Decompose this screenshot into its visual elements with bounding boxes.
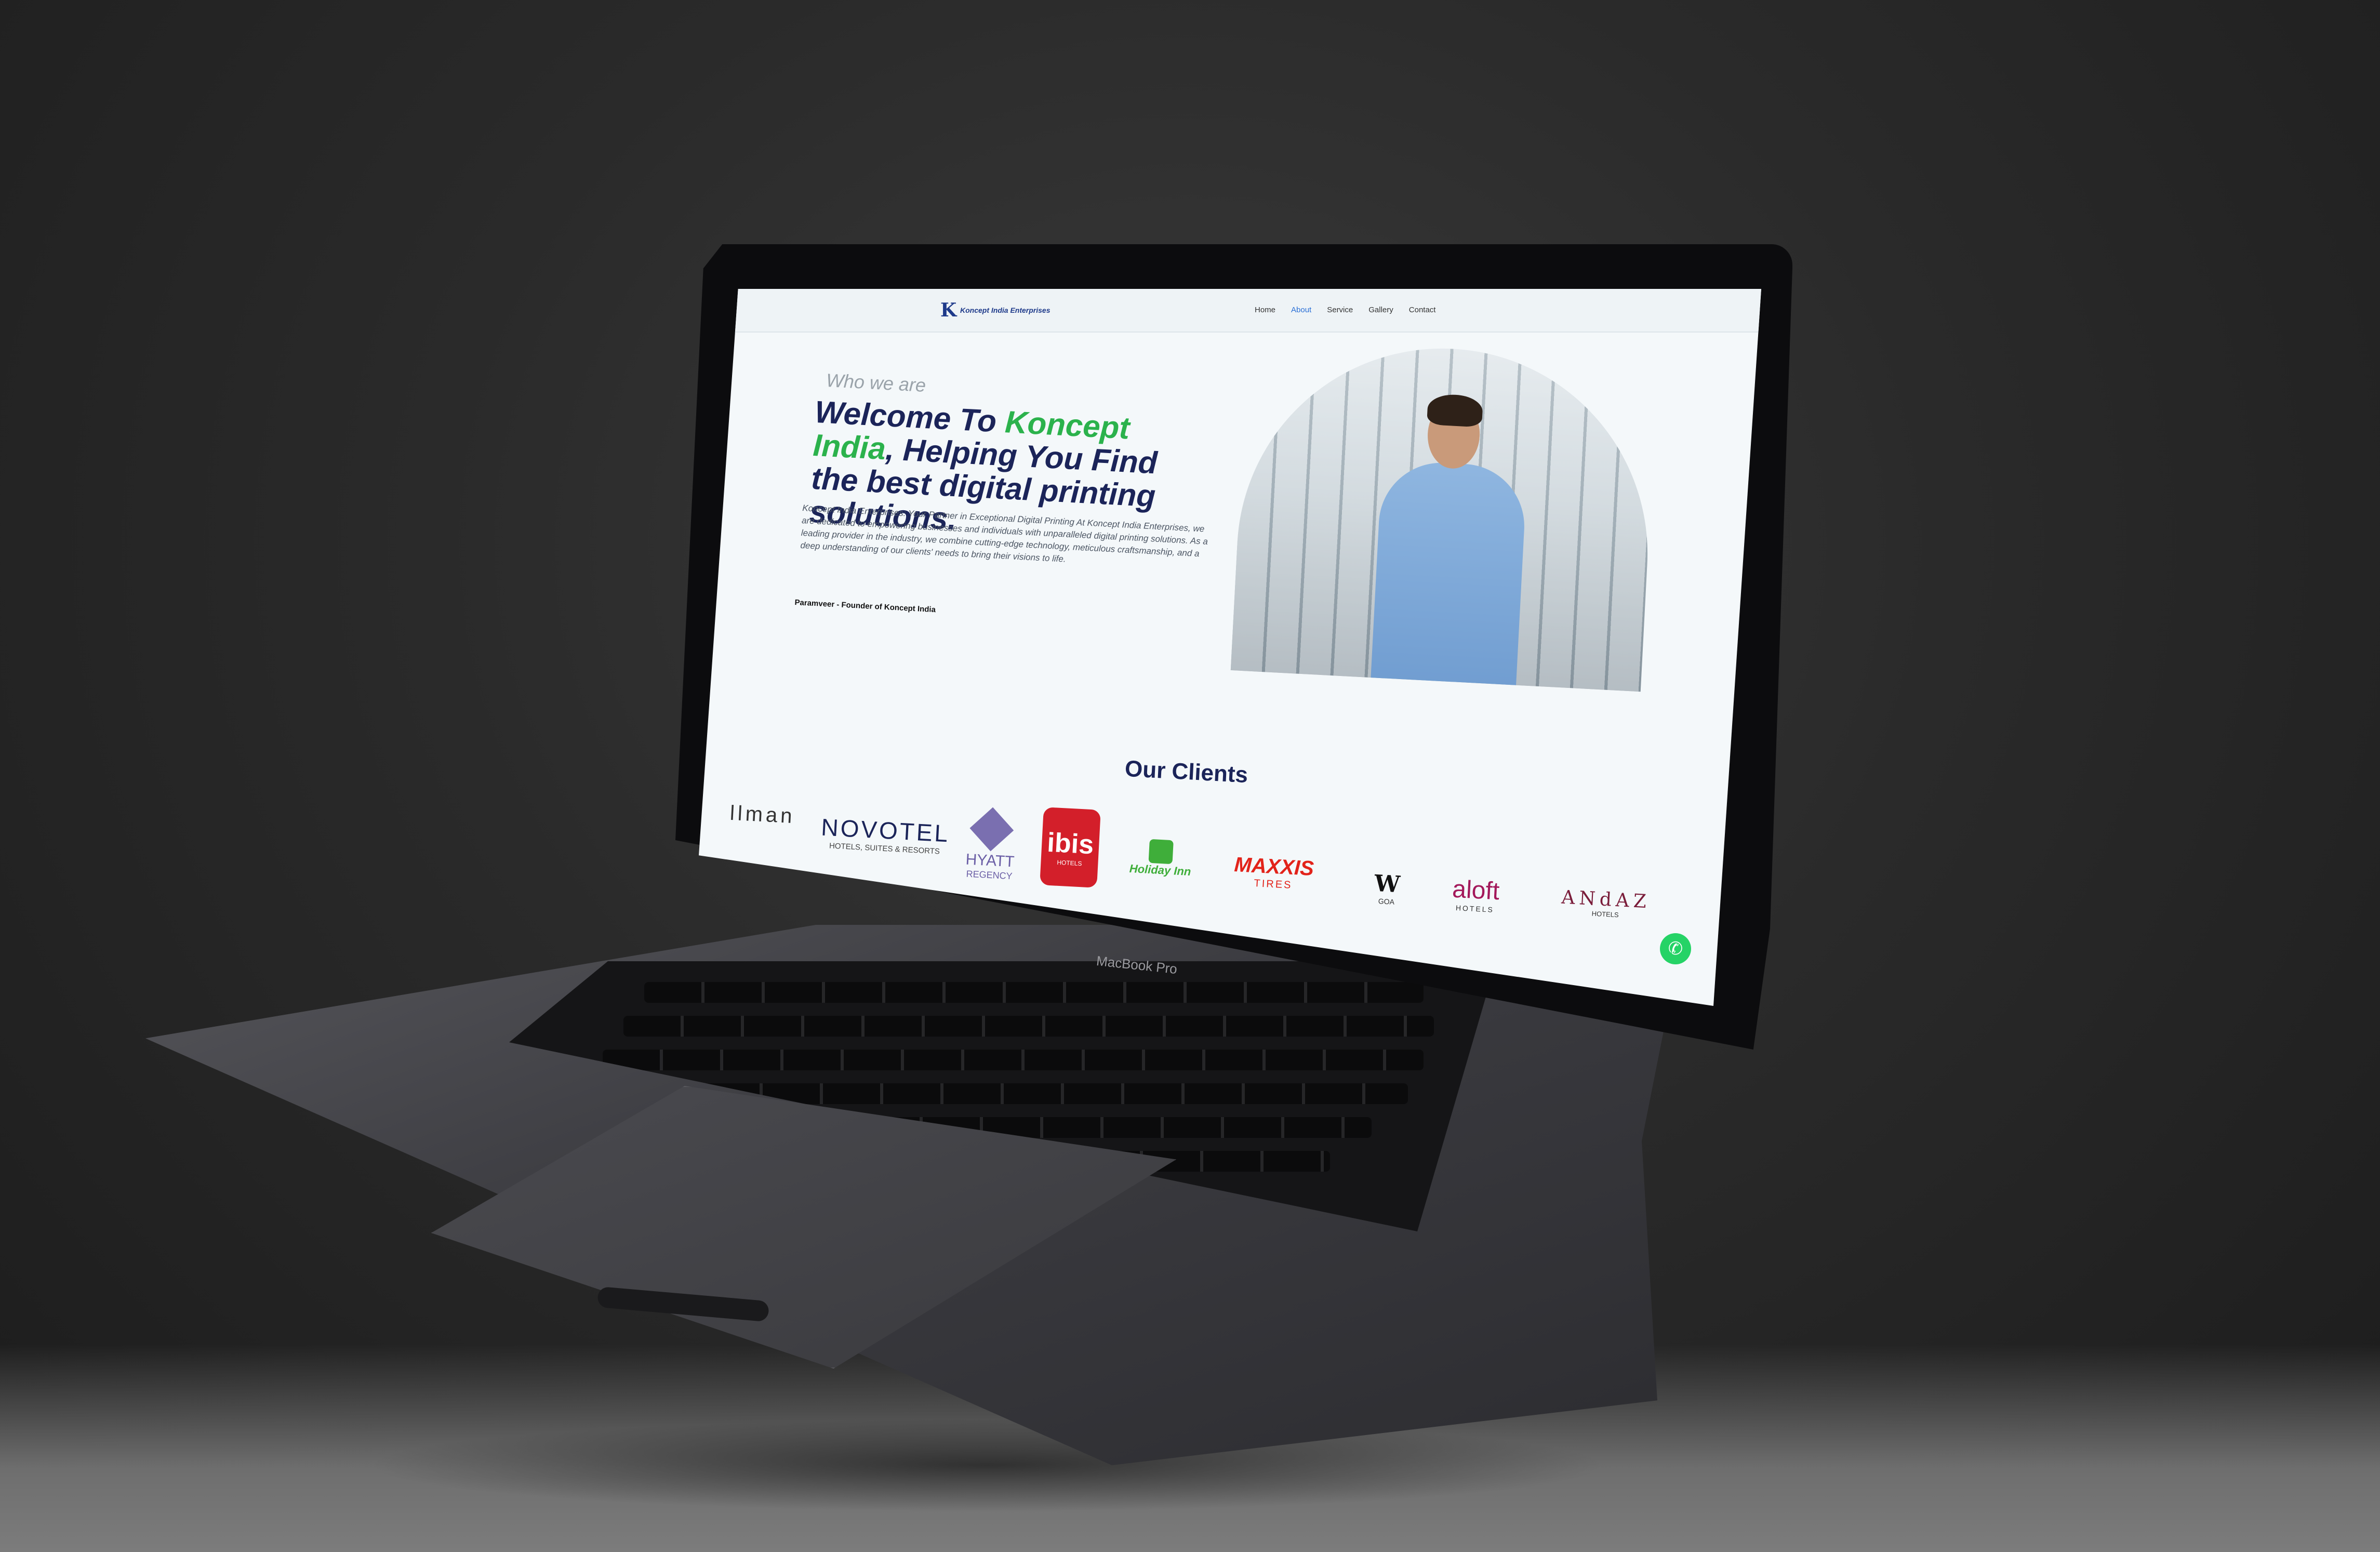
nav-about[interactable]: About xyxy=(1291,306,1311,314)
client-logo-aloft: aloft HOTELS xyxy=(1451,875,1500,914)
maxxis-name: MAXXIS xyxy=(1233,853,1315,880)
founder-signature: Paramveer - Founder of Koncept India xyxy=(794,598,936,615)
brand-name: Koncept India Enterprises xyxy=(960,306,1051,314)
laptop-shadow xyxy=(364,1418,1611,1512)
hyatt-mark-icon xyxy=(969,807,1014,852)
nav-service[interactable]: Service xyxy=(1327,306,1353,314)
ibis-sub: HOTELS xyxy=(1057,858,1082,868)
client-logo-hyatt: HYATT REGENCY xyxy=(965,807,1017,882)
client-logo-llman: llman xyxy=(729,801,796,828)
w-name: W xyxy=(1374,870,1401,898)
site-navbar: K Koncept India Enterprises Home About S… xyxy=(699,289,1761,333)
aloft-sub: HOTELS xyxy=(1455,904,1495,914)
w-sub: GOA xyxy=(1378,897,1395,906)
ibis-name: ibis xyxy=(1046,827,1095,860)
hyatt-name: HYATT xyxy=(965,851,1015,871)
founder-photo xyxy=(1230,338,1658,692)
clients-logo-strip: llman NOVOTEL HOTELS, SUITES & RESORTS H… xyxy=(699,798,1761,933)
section-eyebrow: Who we are xyxy=(826,369,927,396)
key-row xyxy=(644,982,1424,1003)
nav-contact[interactable]: Contact xyxy=(1409,306,1436,314)
client-logo-maxxis: MAXXIS TIRES xyxy=(1233,853,1314,893)
whatsapp-icon[interactable]: ✆ xyxy=(1660,933,1691,964)
clients-title: Our Clients xyxy=(1124,755,1249,788)
nav-gallery[interactable]: Gallery xyxy=(1368,306,1393,314)
browser-viewport: K Koncept India Enterprises Home About S… xyxy=(699,289,1761,1006)
client-logo-w-goa: W GOA xyxy=(1373,870,1401,906)
nav-menu: Home About Service Gallery Contact xyxy=(1255,306,1435,314)
hyatt-sub: REGENCY xyxy=(966,868,1013,882)
client-logo-ibis: ibis HOTELS xyxy=(1040,807,1101,888)
client-logo-novotel: NOVOTEL HOTELS, SUITES & RESORTS xyxy=(820,813,950,857)
ibis-badge: ibis HOTELS xyxy=(1040,807,1101,888)
site-logo[interactable]: K Koncept India Enterprises xyxy=(940,299,1051,321)
client-logo-holiday-inn: Holiday Inn xyxy=(1129,838,1192,879)
holiday-inn-name: Holiday Inn xyxy=(1129,861,1191,879)
nav-home[interactable]: Home xyxy=(1255,306,1275,314)
aloft-name: aloft xyxy=(1452,875,1500,906)
key-row xyxy=(603,1050,1424,1070)
key-row xyxy=(623,1016,1434,1037)
person-body xyxy=(1370,459,1528,692)
client-logo-andaz: ANdAZ HOTELS xyxy=(1561,887,1651,921)
k-logo-icon: K xyxy=(940,299,957,321)
holiday-inn-mark-icon xyxy=(1148,839,1174,865)
